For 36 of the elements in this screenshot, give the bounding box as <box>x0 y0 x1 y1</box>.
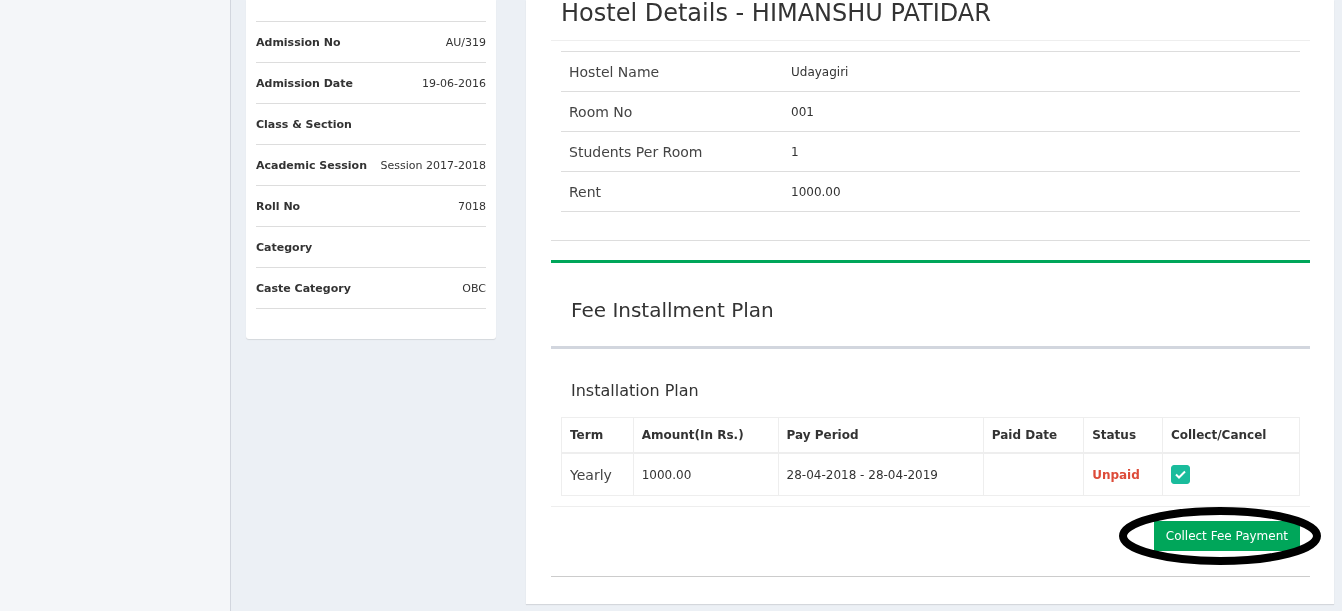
column-header: Collect/Cancel <box>1162 417 1300 453</box>
field-label: Hostel Name <box>568 63 661 80</box>
section-title: Hostel Details - HIMANSHU PATIDAR <box>560 0 992 26</box>
collect-checkbox[interactable] <box>1170 465 1190 484</box>
column-header: Amount(In Rs.) <box>633 417 779 453</box>
column-header: Status <box>1083 417 1163 453</box>
field-value: Udayagiri <box>791 64 849 79</box>
column-header: Pay Period <box>778 417 984 453</box>
field-label: Admission Date <box>256 76 353 90</box>
table-cell: 28-04-2018 - 28-04-2019 <box>778 453 984 496</box>
field-value: 1 <box>791 144 799 159</box>
field-label: Admission No <box>256 35 341 49</box>
check-icon <box>1174 470 1186 479</box>
field-label: Room No <box>568 103 634 120</box>
field-value: OBC <box>462 281 486 295</box>
table-cell: 1000.00 <box>633 453 779 496</box>
field-label: Academic Session <box>256 158 367 172</box>
field-value: Session 2017-2018 <box>380 158 486 172</box>
collect-fee-button[interactable]: Collect Fee Payment <box>1153 521 1300 551</box>
field-label: Class & Section <box>256 117 352 131</box>
field-value: 001 <box>791 104 814 119</box>
field-value: 1000.00 <box>791 184 841 199</box>
field-label: Caste Category <box>256 281 351 295</box>
field-label: Category <box>256 240 313 254</box>
column-header: Paid Date <box>983 417 1084 453</box>
table-cell: Yearly <box>561 453 634 496</box>
field-label: Rent <box>568 183 603 200</box>
field-value: AU/319 <box>445 35 486 49</box>
section-title: Fee Installment Plan <box>570 297 775 324</box>
status-label: Unpaid <box>1092 467 1140 482</box>
column-header: Term <box>561 417 634 453</box>
field-label: Roll No <box>256 199 301 213</box>
table-title: Installation Plan <box>570 380 700 402</box>
field-value: 19-06-2016 <box>422 76 486 90</box>
field-label: Students Per Room <box>568 143 704 160</box>
field-value: 7018 <box>458 199 486 213</box>
